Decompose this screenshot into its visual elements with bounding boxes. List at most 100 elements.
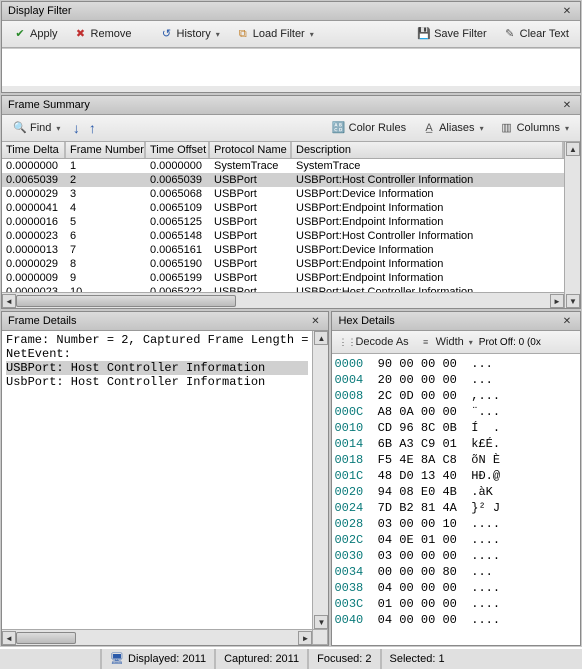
scroll-left-icon[interactable]: ◄ xyxy=(2,294,16,308)
col-frame-number[interactable]: Frame Number xyxy=(66,142,146,158)
scroll-up-icon[interactable]: ▲ xyxy=(566,142,580,156)
displayed-label: Displayed: 2011 xyxy=(128,653,206,665)
load-filter-button[interactable]: ⧉ Load Filter xyxy=(229,24,321,44)
detail-line[interactable]: USBPort: Host Controller Information xyxy=(6,361,308,375)
scroll-thumb[interactable] xyxy=(16,632,76,644)
hex-row[interactable]: 0004 20 00 00 00 ... xyxy=(334,372,578,388)
hex-details-header: Hex Details ✕ xyxy=(332,312,580,331)
remove-button[interactable]: ✖ Remove xyxy=(67,24,139,44)
history-icon: ↺ xyxy=(160,27,174,41)
columns-label: Columns xyxy=(517,122,560,134)
col-description[interactable]: Description xyxy=(292,142,564,158)
scroll-up-icon[interactable]: ▲ xyxy=(314,331,328,345)
hex-row[interactable]: 0010 CD 96 8C 0B Í . xyxy=(334,420,578,436)
hex-body[interactable]: 0000 90 00 00 00 ...0004 20 00 00 00 ...… xyxy=(332,354,580,645)
width-label: Width xyxy=(436,336,464,348)
display-filter-toolbar: ✔ Apply ✖ Remove ↺ History ⧉ Load Filter… xyxy=(2,21,580,48)
frame-summary-header: Frame Summary ✕ xyxy=(2,96,580,115)
hex-row[interactable]: 0018 F5 4E 8A C8 õN È xyxy=(334,452,578,468)
scroll-right-icon[interactable]: ► xyxy=(298,631,312,645)
find-icon: 🔍 xyxy=(13,121,27,135)
save-filter-button[interactable]: 💾 Save Filter xyxy=(410,24,494,44)
remove-label: Remove xyxy=(91,28,132,40)
captured-label: Captured: 2011 xyxy=(224,653,299,665)
scroll-right-icon[interactable]: ► xyxy=(550,294,564,308)
frame-details-title: Frame Details xyxy=(8,315,308,327)
scroll-left-icon[interactable]: ◄ xyxy=(2,631,16,645)
hex-row[interactable]: 001C 48 D0 13 40 HÐ.@ xyxy=(334,468,578,484)
hex-row[interactable]: 0024 7D B2 81 4A }² J xyxy=(334,500,578,516)
hex-row[interactable]: 0040 04 00 00 00 .... xyxy=(334,612,578,628)
detail-line[interactable]: NetEvent: xyxy=(6,347,308,361)
close-icon[interactable]: ✕ xyxy=(308,314,322,328)
hex-row[interactable]: 0000 90 00 00 00 ... xyxy=(334,356,578,372)
selected-label: Selected: 1 xyxy=(390,653,445,665)
hex-row[interactable]: 003C 01 00 00 00 .... xyxy=(334,596,578,612)
table-row[interactable]: 0.000002980.0065190USBPortUSBPort:Endpoi… xyxy=(2,257,564,271)
hex-row[interactable]: 0020 94 08 E0 4B .àK xyxy=(334,484,578,500)
table-row[interactable]: 0.000004140.0065109USBPortUSBPort:Endpoi… xyxy=(2,201,564,215)
arrow-up-icon[interactable]: ↑ xyxy=(85,121,99,135)
hex-row[interactable]: 0014 6B A3 C9 01 k£É. xyxy=(334,436,578,452)
scroll-thumb[interactable] xyxy=(16,295,236,307)
columns-icon: ▥ xyxy=(500,121,514,135)
hex-row[interactable]: 0034 00 00 00 80 ... xyxy=(334,564,578,580)
summary-vscroll[interactable]: ▲ ▼ xyxy=(564,142,580,308)
filter-textarea[interactable] xyxy=(2,48,580,86)
detail-line[interactable]: Frame: Number = 2, Captured Frame Length… xyxy=(6,333,308,347)
hex-row[interactable]: 0030 03 00 00 00 .... xyxy=(334,548,578,564)
status-focused: Focused: 2 xyxy=(307,649,379,669)
find-label: Find xyxy=(30,122,51,134)
width-button[interactable]: ≡ Width xyxy=(415,333,477,351)
display-filter-header: Display Filter ✕ xyxy=(2,2,580,21)
hex-row[interactable]: 0038 04 00 00 00 .... xyxy=(334,580,578,596)
hex-row[interactable]: 0028 03 00 00 10 .... xyxy=(334,516,578,532)
table-row[interactable]: 0.0000023100.0065222USBPortUSBPort:Host … xyxy=(2,285,564,292)
apply-button[interactable]: ✔ Apply xyxy=(6,24,65,44)
summary-hscroll[interactable]: ◄ ► xyxy=(2,292,564,308)
close-icon[interactable]: ✕ xyxy=(560,314,574,328)
detail-line[interactable]: UsbPort: Host Controller Information xyxy=(6,375,308,389)
clear-text-button[interactable]: ✎ Clear Text xyxy=(496,24,576,44)
decode-as-button[interactable]: ⋮⋮ Decode As xyxy=(334,333,412,351)
apply-icon: ✔ xyxy=(13,27,27,41)
load-filter-label: Load Filter xyxy=(253,28,305,40)
history-label: History xyxy=(177,28,211,40)
scroll-down-icon[interactable]: ▼ xyxy=(314,615,328,629)
table-row[interactable]: 0.000002930.0065068USBPortUSBPort:Device… xyxy=(2,187,564,201)
details-vscroll[interactable]: ▲ ▼ xyxy=(312,331,328,629)
aliases-button[interactable]: A̲ Aliases xyxy=(415,118,490,138)
table-row[interactable]: 0.000000010.0000000SystemTraceSystemTrac… xyxy=(2,159,564,173)
prot-off-label: Prot Off: 0 (0x xyxy=(479,337,541,348)
col-time-offset[interactable]: Time Offset xyxy=(146,142,210,158)
width-icon: ≡ xyxy=(419,335,433,349)
frame-details-body[interactable]: Frame: Number = 2, Captured Frame Length… xyxy=(2,331,312,629)
table-row[interactable]: 0.000001370.0065161USBPortUSBPort:Device… xyxy=(2,243,564,257)
history-button[interactable]: ↺ History xyxy=(153,24,227,44)
clear-icon: ✎ xyxy=(503,27,517,41)
table-row[interactable]: 0.006503920.0065039USBPortUSBPort:Host C… xyxy=(2,173,564,187)
table-row[interactable]: 0.000001650.0065125USBPortUSBPort:Endpoi… xyxy=(2,215,564,229)
frame-summary-toolbar: 🔍 Find ↓ ↑ 🔠 Color Rules A̲ Aliases ▥ Co… xyxy=(2,115,580,142)
col-time-delta[interactable]: Time Delta xyxy=(2,142,66,158)
col-protocol-name[interactable]: Protocol Name xyxy=(210,142,292,158)
summary-grid: Time Delta Frame Number Time Offset Prot… xyxy=(2,142,564,308)
close-icon[interactable]: ✕ xyxy=(560,4,574,18)
grid-header: Time Delta Frame Number Time Offset Prot… xyxy=(2,142,564,159)
find-button[interactable]: 🔍 Find xyxy=(6,118,67,138)
arrow-down-icon[interactable]: ↓ xyxy=(69,121,83,135)
hex-row[interactable]: 002C 04 0E 01 00 .... xyxy=(334,532,578,548)
table-row[interactable]: 0.000002360.0065148USBPortUSBPort:Host C… xyxy=(2,229,564,243)
hex-row[interactable]: 000C A8 0A 00 00 ¨... xyxy=(334,404,578,420)
color-rules-label: Color Rules xyxy=(349,122,406,134)
table-row[interactable]: 0.000000990.0065199USBPortUSBPort:Endpoi… xyxy=(2,271,564,285)
status-selected: Selected: 1 xyxy=(380,649,453,669)
columns-button[interactable]: ▥ Columns xyxy=(493,118,576,138)
scroll-down-icon[interactable]: ▼ xyxy=(566,294,580,308)
save-filter-label: Save Filter xyxy=(434,28,487,40)
hex-row[interactable]: 0008 2C 0D 00 00 ,... xyxy=(334,388,578,404)
hex-toolbar: ⋮⋮ Decode As ≡ Width Prot Off: 0 (0x xyxy=(332,331,580,354)
close-icon[interactable]: ✕ xyxy=(560,98,574,112)
color-rules-button[interactable]: 🔠 Color Rules xyxy=(325,118,413,138)
details-hscroll[interactable]: ◄ ► xyxy=(2,629,312,645)
